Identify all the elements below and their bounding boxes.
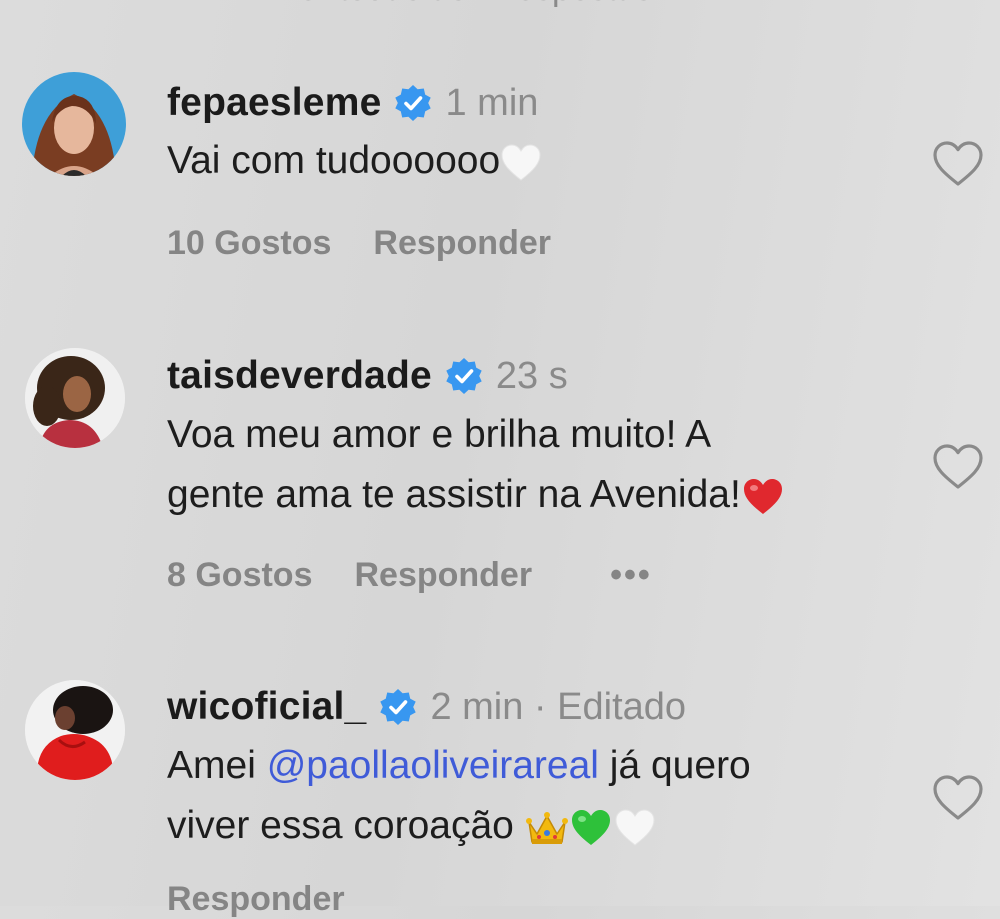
comment-actions: 8 Gostos Responder ••• — [167, 556, 652, 595]
likes-count[interactable]: 10 Gostos — [167, 224, 331, 263]
comment-line: Vai com tudoooooo — [167, 139, 501, 182]
reply-button[interactable]: Responder — [167, 880, 345, 919]
white-heart-emoji-icon — [615, 809, 655, 846]
comment-header: taisdeverdade 23 s — [167, 354, 568, 398]
comment-text: Vai com tudoooooo — [167, 131, 542, 191]
like-heart-icon[interactable] — [930, 442, 986, 492]
avatar[interactable] — [25, 348, 125, 448]
comment-line: Voa meu amor e brilha muito! A — [167, 413, 712, 456]
comment-text-suffix: já quero — [598, 744, 751, 787]
comment-actions: Responder — [167, 880, 345, 919]
comment-line: viver essa coroação — [167, 804, 525, 847]
crown-emoji-icon — [525, 811, 568, 844]
avatar[interactable] — [22, 72, 126, 176]
timestamp: 2 min · Editado — [430, 685, 687, 728]
comment-actions: 10 Gostos Responder — [167, 224, 551, 263]
like-heart-icon[interactable] — [930, 773, 986, 823]
comment-header: fepaesleme 1 min — [167, 81, 538, 125]
white-heart-emoji-icon — [501, 144, 541, 181]
comment-text: Amei @paollaoliveirareal já quero viver … — [167, 736, 751, 856]
like-heart-icon[interactable] — [930, 139, 986, 189]
mention-link[interactable]: @paollaoliveirareal — [267, 744, 599, 787]
comment-header: wicoficial_ 2 min · Editado — [167, 685, 686, 729]
comment-line-wrap: viver essa coroação — [167, 796, 751, 856]
timestamp: 23 s — [495, 354, 568, 397]
comment-text-prefix: Amei — [167, 744, 267, 787]
reply-button[interactable]: Responder — [354, 556, 532, 595]
comment-line-wrap: gente ama te assistir na Avenida! — [167, 465, 785, 525]
username[interactable]: fepaesleme — [167, 81, 381, 125]
comment-line: gente ama te assistir na Avenida! — [167, 473, 741, 516]
username[interactable]: taisdeverdade — [167, 354, 432, 398]
likes-count[interactable]: 8 Gostos — [167, 556, 312, 595]
more-options-button[interactable]: ••• — [610, 556, 652, 595]
verified-badge-icon — [380, 689, 417, 725]
avatar[interactable] — [25, 680, 125, 780]
reply-button[interactable]: Responder — [373, 224, 551, 263]
timestamp: 1 min — [445, 81, 539, 124]
green-heart-emoji-icon — [571, 809, 610, 845]
verified-badge-icon — [446, 358, 482, 394]
comment-line-wrap: Amei @paollaoliveirareal já quero — [167, 736, 751, 796]
comment-text: Voa meu amor e brilha muito! A gente ama… — [167, 405, 785, 525]
username[interactable]: wicoficial_ — [167, 685, 366, 729]
red-heart-emoji-icon — [743, 478, 782, 514]
verified-badge-icon — [395, 85, 432, 121]
view-all-replies-link[interactable]: Ver todas as 7 respostas — [278, 0, 652, 9]
